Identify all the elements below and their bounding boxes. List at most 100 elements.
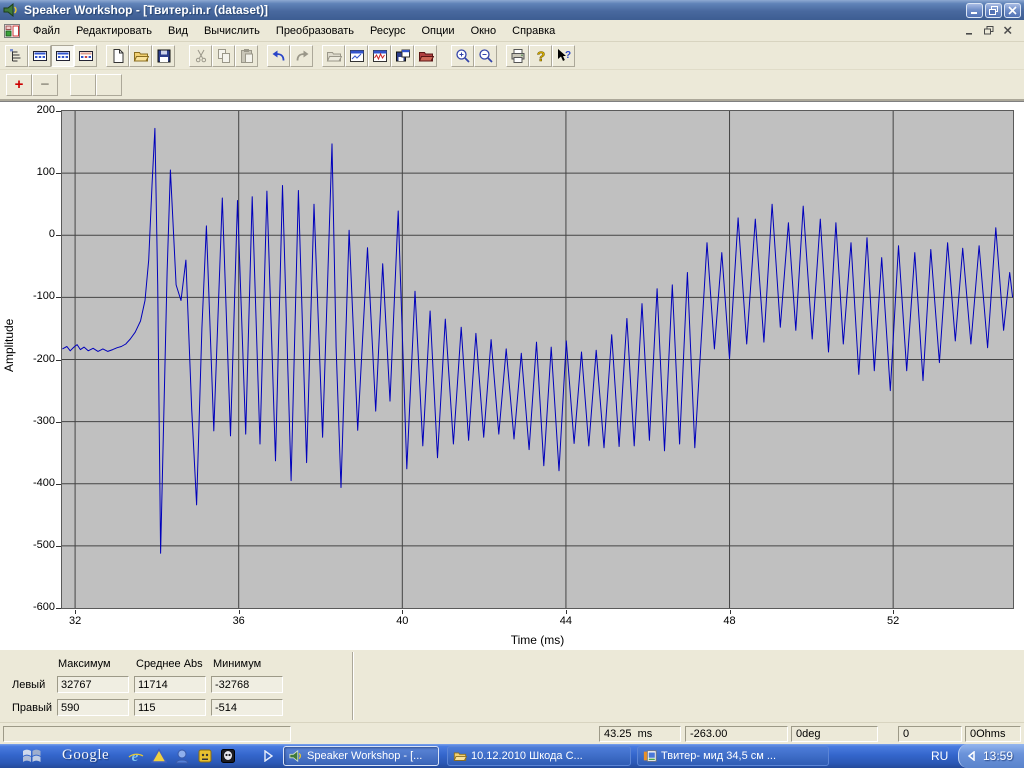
help-button[interactable]: ? xyxy=(529,45,552,67)
dark-badge-icon[interactable] xyxy=(220,748,236,764)
stats-value-right-max: 590 xyxy=(57,699,129,716)
menu-transform[interactable]: Преобразовать xyxy=(268,22,362,40)
svg-text:?: ? xyxy=(536,48,545,64)
blue-badge-icon[interactable] xyxy=(174,748,190,764)
y-tick-mark xyxy=(56,173,61,174)
task-button-folder[interactable]: 10.12.2010 Шкода С... xyxy=(447,746,631,766)
import-button[interactable] xyxy=(322,45,345,67)
svg-text:?: ? xyxy=(564,50,570,61)
dataset-grid-button[interactable] xyxy=(28,45,51,67)
plot-area[interactable] xyxy=(61,110,1014,609)
yellow-badge-icon[interactable] xyxy=(197,748,213,764)
y-tick-label: -500 xyxy=(14,539,55,551)
y-tick-label: -300 xyxy=(14,415,55,427)
y-tick-mark xyxy=(56,608,61,609)
close-button[interactable] xyxy=(1004,3,1021,18)
open-button[interactable] xyxy=(129,45,152,67)
export-folder-button[interactable] xyxy=(414,45,437,67)
panel-divider xyxy=(352,652,354,720)
waveform-window-button[interactable] xyxy=(368,45,391,67)
zoom-in-button[interactable] xyxy=(451,45,474,67)
task-label: 10.12.2010 Шкода С... xyxy=(471,750,583,762)
main-toolbar: ? ? xyxy=(0,42,1024,70)
open-folder-icon xyxy=(133,48,149,64)
window-title: Speaker Workshop - [Твитер.in.r (dataset… xyxy=(24,3,964,17)
stats-header-max: Максимум xyxy=(58,658,111,670)
title-bar: Speaker Workshop - [Твитер.in.r (dataset… xyxy=(0,0,1024,20)
menu-help[interactable]: Справка xyxy=(504,22,563,40)
new-document-icon xyxy=(110,48,126,64)
save-icon xyxy=(156,48,172,64)
menu-options[interactable]: Опции xyxy=(413,22,462,40)
task-label: Speaker Workshop - [... xyxy=(307,750,422,762)
save-window-icon xyxy=(395,48,411,64)
status-aux-field: 0 xyxy=(898,726,962,742)
menu-resource[interactable]: Ресурс xyxy=(362,22,413,40)
print-button[interactable] xyxy=(506,45,529,67)
ie-logo-icon[interactable]: e xyxy=(128,748,144,764)
stats-header-avg: Среднее Abs xyxy=(136,658,203,670)
context-help-button[interactable]: ? xyxy=(552,45,575,67)
new-document-button[interactable] xyxy=(106,45,129,67)
x-tick-mark xyxy=(402,610,403,614)
menu-window[interactable]: Окно xyxy=(463,22,505,40)
remove-button[interactable]: − xyxy=(32,74,58,96)
redo-icon xyxy=(294,48,310,64)
paste-button[interactable] xyxy=(235,45,258,67)
export-folder-icon xyxy=(418,48,434,64)
task-button-speaker-workshop[interactable]: Speaker Workshop - [... xyxy=(283,746,439,766)
undo-button[interactable] xyxy=(267,45,290,67)
menu-edit[interactable]: Редактировать xyxy=(68,22,160,40)
copy-button[interactable] xyxy=(212,45,235,67)
zoom-out-button[interactable] xyxy=(474,45,497,67)
x-tick-label: 36 xyxy=(226,615,252,627)
status-message-pane xyxy=(3,726,291,742)
chart-window-button[interactable] xyxy=(345,45,368,67)
mdi-minimize-button[interactable] xyxy=(961,24,978,38)
task-button-tweeter-doc[interactable]: Твитер- мид 34,5 см ... xyxy=(637,746,829,766)
save-window-button[interactable] xyxy=(391,45,414,67)
cut-button[interactable] xyxy=(189,45,212,67)
tree-view-icon xyxy=(9,48,25,64)
mdi-window-controls xyxy=(959,24,1022,38)
system-tray: 13:59 xyxy=(958,744,1024,768)
dataset-document-icon[interactable] xyxy=(4,23,21,39)
mdi-restore-button[interactable] xyxy=(980,24,997,38)
quick-launch-expand-icon[interactable] xyxy=(263,750,273,762)
x-tick-label: 44 xyxy=(553,615,579,627)
stats-value-left-max: 32767 xyxy=(57,676,129,693)
task-label: Твитер- мид 34,5 см ... xyxy=(661,750,776,762)
language-indicator[interactable]: RU xyxy=(931,749,948,763)
stats-row-label-right: Правый xyxy=(12,702,52,714)
menu-bar: Файл Редактировать Вид Вычислить Преобра… xyxy=(0,20,1024,42)
y-tick-label: -100 xyxy=(14,290,55,302)
redo-button[interactable] xyxy=(290,45,313,67)
add-button[interactable]: + xyxy=(6,74,32,96)
google-deskbar[interactable]: Google xyxy=(62,747,109,764)
menu-file[interactable]: Файл xyxy=(25,22,68,40)
status-bar: 43.25 ms -263.00 0deg 0 0Ohms xyxy=(0,722,1024,744)
save-button[interactable] xyxy=(152,45,175,67)
x-axis-title: Time (ms) xyxy=(62,633,1013,647)
taskbar-clock[interactable]: 13:59 xyxy=(983,749,1013,763)
tray-chevron-icon[interactable] xyxy=(967,751,976,761)
y-tick-label: -600 xyxy=(14,601,55,613)
windows-logo-icon[interactable] xyxy=(22,747,42,765)
triangle-logo-icon[interactable] xyxy=(151,748,167,764)
blank-button-1[interactable] xyxy=(70,74,96,96)
waveform-svg xyxy=(62,111,1013,608)
x-tick-label: 32 xyxy=(62,615,88,627)
restore-button[interactable] xyxy=(985,3,1002,18)
minimize-button[interactable] xyxy=(966,3,983,18)
tree-view-button[interactable] xyxy=(5,45,28,67)
dataset-grid-active-button[interactable] xyxy=(51,45,74,67)
dataset-grid-alt-icon xyxy=(78,48,94,64)
y-tick-label: 200 xyxy=(14,104,55,116)
menu-calculate[interactable]: Вычислить xyxy=(196,22,268,40)
help-icon: ? xyxy=(533,48,549,64)
blank-button-2[interactable] xyxy=(96,74,122,96)
dataset-grid-alt-button[interactable] xyxy=(74,45,97,67)
mdi-close-button[interactable] xyxy=(999,24,1016,38)
menu-view[interactable]: Вид xyxy=(160,22,196,40)
context-help-icon: ? xyxy=(556,48,572,64)
